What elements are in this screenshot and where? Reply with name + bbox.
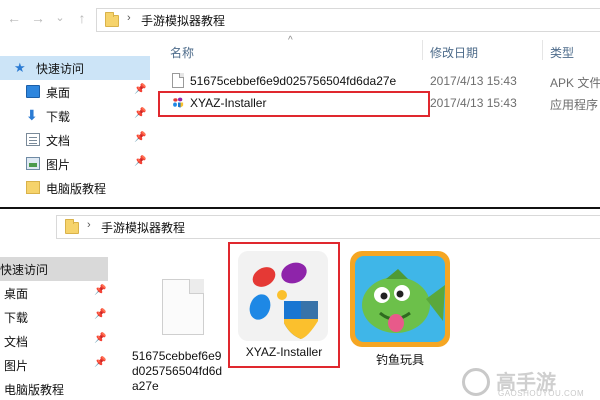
star-icon: ★ (14, 60, 26, 75)
file-type: 应用程序 (550, 98, 599, 112)
column-divider[interactable] (542, 40, 543, 60)
nav-item-pictures[interactable]: 图片 📌 (0, 353, 110, 377)
fish-game-icon (350, 251, 450, 347)
column-divider[interactable] (422, 40, 423, 60)
nav-item-downloads[interactable]: 下载 📌 (0, 305, 110, 329)
back-arrow-icon[interactable]: ← (6, 10, 22, 26)
watermark-logo-icon (462, 368, 490, 396)
folder-icon (105, 12, 119, 27)
breadcrumb-separator: › (127, 12, 131, 24)
app-tile[interactable]: 钓鱼玩具 (346, 247, 454, 367)
explorer-window-large-icons: › 手游模拟器教程 快速访问 桌面 📌 下载 📌 文档 📌 图片 📌 电脑版教程 (0, 209, 600, 400)
nav-item-label: 桌面 (4, 287, 29, 301)
nav-item-label: 下载 (4, 311, 29, 325)
file-type: APK 文件 (550, 76, 600, 90)
nav-item-documents[interactable]: 文档 📌 (0, 128, 150, 152)
address-bar[interactable]: › 手游模拟器教程 (96, 8, 600, 32)
picture-icon (26, 157, 40, 170)
nav-item-label: 快速访问 (0, 263, 49, 277)
breadcrumb[interactable]: 手游模拟器教程 (101, 219, 185, 236)
pin-icon[interactable]: 📌 (94, 357, 106, 368)
breadcrumb-separator: › (87, 219, 91, 231)
nav-item-documents[interactable]: 文档 📌 (0, 329, 110, 353)
nav-item-label: 图片 (46, 158, 71, 172)
folder-icon (26, 181, 40, 194)
pin-icon[interactable]: 📌 (94, 309, 106, 320)
up-arrow-icon[interactable]: ↑ (74, 10, 90, 26)
forward-arrow-icon[interactable]: → (30, 10, 46, 26)
recent-dropdown-icon[interactable]: ⌄ (52, 10, 68, 26)
file-modified: 2017/4/13 15:43 (430, 74, 517, 88)
nav-item-label: 快速访问 (36, 62, 85, 76)
nav-item-tutorial-folder[interactable]: 电脑版教程 (0, 377, 110, 400)
nav-item-desktop[interactable]: 桌面 📌 (0, 281, 110, 305)
explorer-window-details: ← → ⌄ ↑ › 手游模拟器教程 ★ 快速访问 桌面 📌 ⬇ 下载 📌 文档 … (0, 0, 600, 207)
watermark: 高手游 GAOSHOUYOU.COM (462, 368, 600, 400)
file-tile[interactable]: 51675cebbef6e9d025756504fd6da27e (128, 251, 226, 399)
nav-item-label: 文档 (46, 134, 71, 148)
column-header-name[interactable]: 名称 (170, 44, 194, 61)
file-name: 51675cebbef6e9d025756504fd6da27e (190, 74, 397, 88)
column-header-type[interactable]: 类型 (550, 44, 574, 61)
nav-item-tutorial-folder[interactable]: 电脑版教程 (0, 176, 150, 200)
nav-item-label: 图片 (4, 359, 29, 373)
nav-item-desktop[interactable]: 桌面 📌 (0, 80, 150, 104)
address-row: ← → ⌄ ↑ › 手游模拟器教程 (0, 4, 600, 34)
pin-icon[interactable]: 📌 (134, 108, 146, 119)
watermark-subtitle: GAOSHOUYOU.COM (498, 389, 585, 398)
nav-item-label: 电脑版教程 (46, 182, 107, 196)
sort-ascending-icon: ^ (288, 35, 293, 46)
blank-file-icon (162, 279, 204, 335)
address-bar[interactable]: › 手游模拟器教程 (56, 215, 600, 239)
file-modified: 2017/4/13 15:43 (430, 96, 517, 110)
nav-item-pictures[interactable]: 图片 📌 (0, 152, 150, 176)
pin-icon[interactable]: 📌 (94, 333, 106, 344)
nav-item-downloads[interactable]: ⬇ 下载 📌 (0, 104, 150, 128)
pin-icon[interactable]: 📌 (94, 285, 106, 296)
file-row[interactable]: 51675cebbef6e9d025756504fd6da27e 2017/4/… (162, 70, 600, 92)
nav-item-label: 桌面 (46, 86, 71, 100)
download-icon: ⬇ (26, 107, 38, 123)
pin-icon[interactable]: 📌 (134, 84, 146, 95)
pin-icon[interactable]: 📌 (134, 156, 146, 167)
column-header-modified[interactable]: 修改日期 (430, 44, 478, 61)
pin-icon[interactable]: 📌 (134, 132, 146, 143)
desktop-icon (26, 85, 40, 98)
nav-item-label: 下载 (46, 110, 71, 124)
address-row: › 手游模拟器教程 (0, 211, 600, 241)
highlight-box (228, 242, 340, 368)
file-caption: 51675cebbef6e9d025756504fd6da27e (132, 349, 223, 393)
nav-item-label: 电脑版教程 (4, 383, 65, 397)
breadcrumb[interactable]: 手游模拟器教程 (141, 12, 225, 29)
apk-file-icon (172, 73, 184, 88)
nav-item-quick-access[interactable]: 快速访问 (0, 257, 108, 281)
document-icon (26, 133, 40, 146)
nav-item-quick-access[interactable]: ★ 快速访问 (0, 56, 150, 80)
nav-item-label: 文档 (4, 335, 29, 349)
app-caption: 钓鱼玩具 (375, 353, 424, 367)
folder-icon (65, 219, 79, 234)
highlight-box (158, 91, 430, 117)
